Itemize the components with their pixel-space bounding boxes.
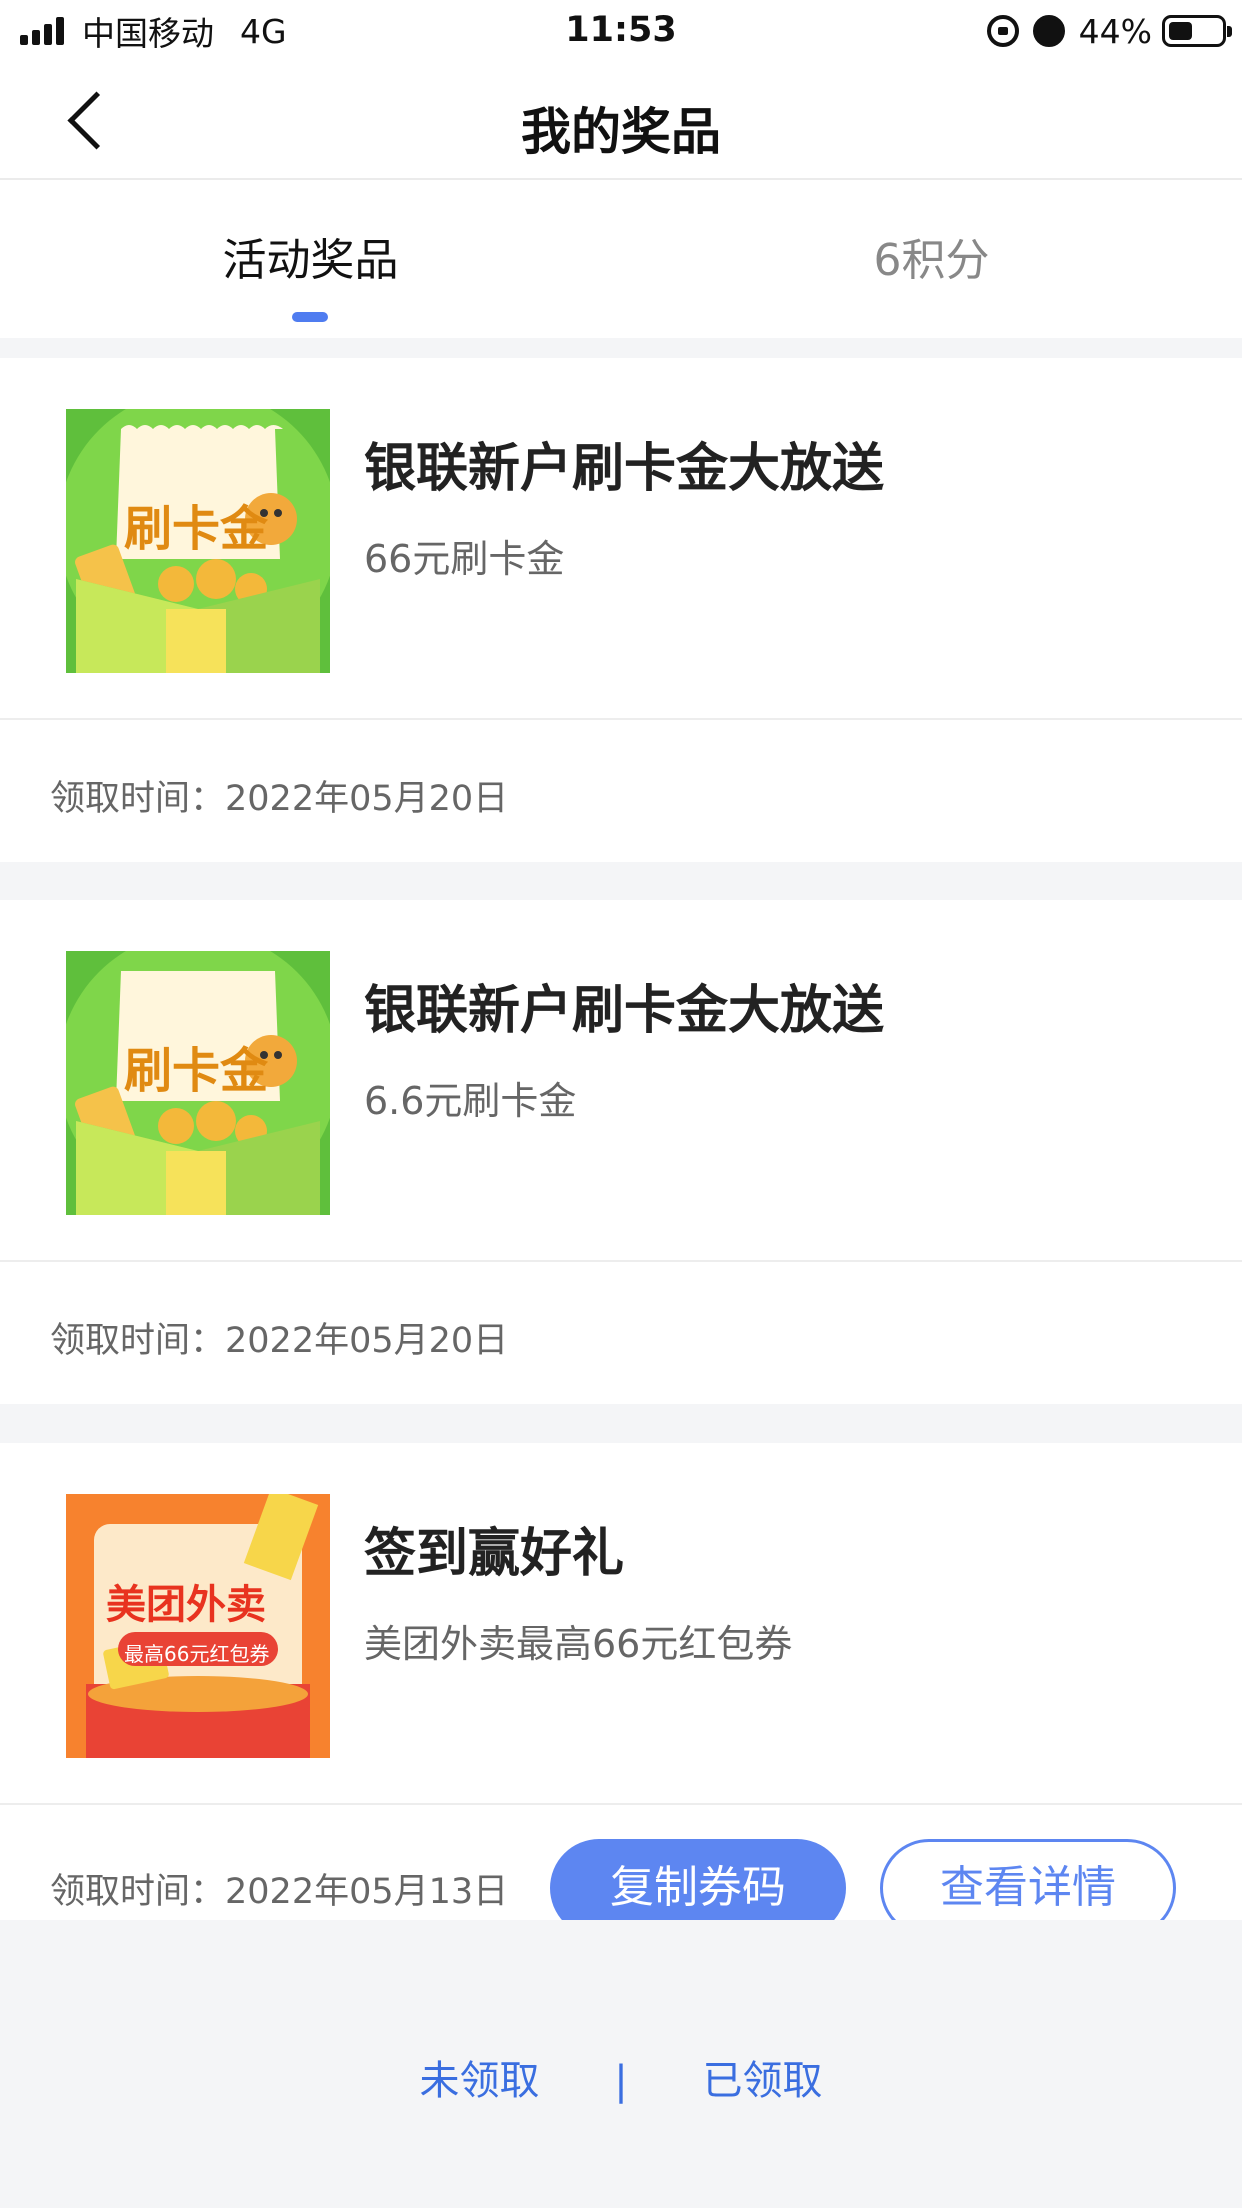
prize-thumbnail: 美团外卖 最高66元红包券 [66, 1494, 330, 1758]
prize-card-body: 刷卡金 银联新户刷卡金大放送 66元刷卡金 [0, 358, 1242, 720]
view-details-button[interactable]: 查看详情 [880, 1839, 1176, 1925]
navigation-bar: 我的奖品 [0, 62, 1242, 180]
copy-code-button[interactable]: 复制券码 [550, 1839, 846, 1925]
bottom-filter-panel: 未领取 | 已领取 [0, 1920, 1242, 2208]
battery-percent: 44% [1078, 11, 1152, 51]
status-bar: 中国移动 4G 11:53 44% [0, 0, 1242, 62]
thumbnail-label: 刷卡金 [124, 501, 269, 557]
tab-points[interactable]: 6积分 [621, 224, 1242, 288]
thumbnail-label: 美团外卖 [106, 1582, 266, 1628]
claim-time: 领取时间：2022年05月20日 [50, 1312, 508, 1363]
prize-card[interactable]: 美团外卖 最高66元红包券 签到赢好礼 美团外卖最高66元红包券 领取时间：20… [0, 1443, 1242, 1925]
prize-card-body: 美团外卖 最高66元红包券 签到赢好礼 美团外卖最高66元红包券 [0, 1443, 1242, 1805]
status-right: 44% [986, 10, 1232, 52]
prize-title: 签到赢好礼 [364, 1524, 625, 1584]
prize-title: 银联新户刷卡金大放送 [364, 439, 885, 499]
prize-card-footer: 领取时间：2022年05月13日 复制券码 查看详情 [0, 1805, 1242, 1925]
my-prizes-page: 中国移动 4G 11:53 44% 我的奖品 活动奖品 6积分 刷卡金 银联新户… [0, 0, 1242, 2208]
claim-time-label: 领取时间： [50, 1321, 226, 1361]
prize-card[interactable]: 刷卡金 银联新户刷卡金大放送 66元刷卡金 领取时间：2022年05月20日 [0, 358, 1242, 862]
tab-active-indicator [292, 312, 328, 322]
claim-time: 领取时间：2022年05月20日 [50, 770, 508, 821]
filter-unclaimed[interactable]: 未领取 [420, 2048, 540, 2106]
claim-time-value: 2022年05月20日 [225, 1321, 509, 1361]
prize-tabs: 活动奖品 6积分 [0, 180, 1242, 338]
thumbnail-label: 刷卡金 [124, 1043, 269, 1099]
prize-subtitle: 6.6元刷卡金 [364, 1079, 577, 1123]
prize-card[interactable]: 刷卡金 银联新户刷卡金大放送 6.6元刷卡金 领取时间：2022年05月20日 [0, 900, 1242, 1404]
claim-time-label: 领取时间： [50, 779, 226, 819]
alarm-icon [1032, 15, 1065, 47]
filter-claimed[interactable]: 已领取 [702, 2048, 822, 2106]
filter-separator: | [614, 2058, 628, 2104]
prize-card-footer: 领取时间：2022年05月20日 [0, 720, 1242, 862]
battery-fill [1169, 22, 1192, 40]
rotation-lock-icon [986, 15, 1019, 47]
page-title: 我的奖品 [521, 103, 721, 161]
prize-thumbnail: 刷卡金 [66, 409, 330, 673]
prize-subtitle: 美团外卖最高66元红包券 [364, 1622, 793, 1666]
claim-time-label: 领取时间： [50, 1872, 226, 1912]
claim-status-filter: 未领取 | 已领取 [0, 2048, 1242, 2106]
claim-time-value: 2022年05月20日 [225, 779, 509, 819]
battery-icon [1162, 15, 1232, 47]
prize-card-body: 刷卡金 银联新户刷卡金大放送 6.6元刷卡金 [0, 900, 1242, 1262]
prize-title: 银联新户刷卡金大放送 [364, 981, 885, 1041]
prize-card-footer: 领取时间：2022年05月20日 [0, 1262, 1242, 1404]
tab-activity-prizes[interactable]: 活动奖品 [0, 224, 621, 288]
thumbnail-sublabel: 最高66元红包券 [124, 1642, 270, 1666]
claim-time-value: 2022年05月13日 [225, 1872, 509, 1912]
claim-time: 领取时间：2022年05月13日 [50, 1863, 508, 1914]
prize-thumbnail: 刷卡金 [66, 951, 330, 1215]
prize-subtitle: 66元刷卡金 [364, 537, 565, 581]
